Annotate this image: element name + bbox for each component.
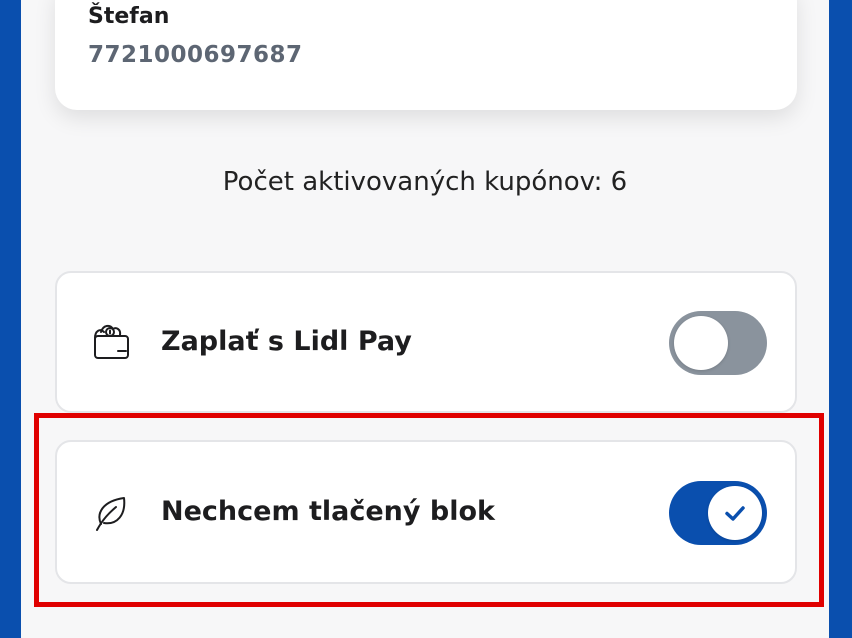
account-name: Štefan [88,4,170,29]
no-printed-receipt-label: Nechcem tlačený blok [161,496,495,527]
lidl-pay-toggle[interactable] [669,311,767,375]
lidl-pay-label: Zaplať s Lidl Pay [161,326,412,357]
account-number: 7721000697687 [88,42,303,68]
lidl-pay-setting-row[interactable]: Zaplať s Lidl Pay [55,271,797,413]
toggle-knob [674,316,728,370]
toggle-knob [708,486,762,540]
account-card[interactable]: Štefan 7721000697687 [55,0,797,110]
no-printed-receipt-setting-row[interactable]: Nechcem tlačený blok [55,440,797,584]
wallet-icon [94,324,129,359]
no-printed-receipt-toggle[interactable] [669,481,767,545]
checkmark-icon [725,506,745,521]
activated-coupons-count: Počet aktivovaných kupónov: 6 [222,167,628,197]
leaf-icon [96,497,126,531]
app-screen: Štefan 7721000697687 Počet aktivovaných … [21,0,829,638]
